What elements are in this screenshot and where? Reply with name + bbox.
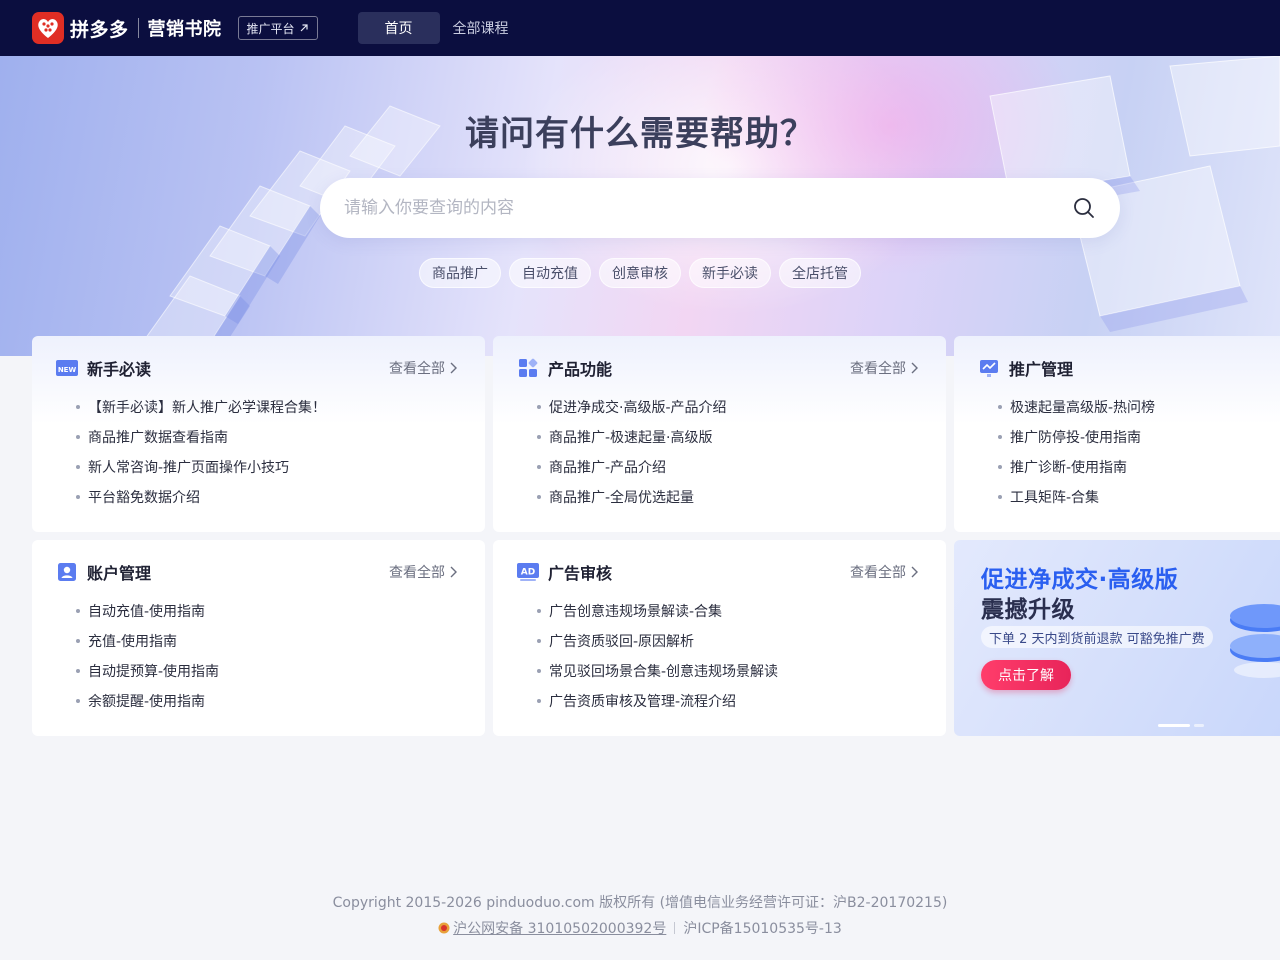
- icp-record-link[interactable]: 沪ICP备15010535号-13: [683, 918, 841, 938]
- tag-creative-review[interactable]: 创意审核: [599, 258, 681, 288]
- promotion-platform-button[interactable]: 推广平台: [237, 16, 318, 40]
- tag-newbie-guide[interactable]: 新手必读: [689, 258, 771, 288]
- list-item[interactable]: 广告创意违规场景解读-合集: [537, 596, 778, 626]
- list-item[interactable]: 促进净成交·高级版-产品介绍: [537, 392, 727, 422]
- main-nav: 首页 全部课程: [357, 0, 522, 56]
- view-all-link[interactable]: 查看全部: [850, 358, 918, 378]
- pinduoduo-logo-icon: [32, 12, 64, 44]
- list-item[interactable]: 极速起量高级版-热问榜: [998, 392, 1155, 422]
- learn-more-button[interactable]: 点击了解: [981, 660, 1071, 690]
- card-newbie-guide: NEW 新手必读 查看全部 【新手必读】新人推广必学课程合集！ 商品推广数据查看…: [32, 336, 485, 532]
- search-input[interactable]: [320, 178, 1072, 238]
- list-item[interactable]: 平台豁免数据介绍: [76, 482, 326, 512]
- search-bar: [320, 178, 1120, 238]
- hot-tags: 商品推广 自动充值 创意审核 新手必读 全店托管: [0, 258, 1280, 288]
- card-title: 推广管理: [1009, 360, 1074, 379]
- carousel-dot[interactable]: [1158, 724, 1190, 727]
- brand-name: 拼多多: [70, 18, 129, 41]
- promotion-platform-label: 推广平台: [246, 21, 295, 36]
- top-navbar: 拼多多 营销书院 推广平台 首页 全部课程: [0, 0, 1280, 56]
- banner-description: 下单 2 天内到货前退款 可豁免推广费: [981, 626, 1213, 648]
- police-record-link[interactable]: 沪公网安备 31010502000392号: [438, 918, 666, 938]
- banner-headline: 促进净成交·高级版: [981, 567, 1179, 593]
- list-item[interactable]: 余额提醒-使用指南: [76, 686, 219, 716]
- list-item[interactable]: 工具矩阵-合集: [998, 482, 1155, 512]
- carousel-indicators: [1158, 724, 1204, 727]
- list-item[interactable]: 【新手必读】新人推广必学课程合集！: [76, 392, 326, 422]
- hero-section: 请问有什么需要帮助？ 商品推广 自动充值 创意审核 新手必读 全店托管: [0, 56, 1280, 356]
- grid-icon: [517, 357, 539, 379]
- hero-title: 请问有什么需要帮助？: [465, 114, 815, 154]
- list-item[interactable]: 推广防停投-使用指南: [998, 422, 1155, 452]
- card-title: 账户管理: [87, 564, 152, 583]
- chart-icon: [978, 357, 1000, 379]
- article-list: 广告创意违规场景解读-合集 广告资质驳回-原因解析 常见驳回场景合集-创意违规场…: [537, 596, 778, 716]
- view-all-link[interactable]: 查看全部: [850, 562, 918, 582]
- list-item[interactable]: 广告资质驳回-原因解析: [537, 626, 778, 656]
- card-title: 广告审核: [548, 564, 613, 583]
- nav-all-courses[interactable]: 全部课程: [440, 12, 522, 44]
- chevron-right-icon: [911, 362, 918, 374]
- card-account-management: 账户管理 查看全部 自动充值-使用指南 充值-使用指南 自动提预算-使用指南 余…: [32, 540, 485, 736]
- nav-home[interactable]: 首页: [357, 12, 440, 44]
- card-title: 新手必读: [87, 360, 152, 379]
- chevron-right-icon: [450, 362, 457, 374]
- list-item[interactable]: 商品推广-产品介绍: [537, 452, 727, 482]
- new-icon: NEW: [56, 357, 78, 379]
- tag-auto-recharge[interactable]: 自动充值: [509, 258, 591, 288]
- svg-text:NEW: NEW: [58, 366, 77, 374]
- tag-product-promotion[interactable]: 商品推广: [419, 258, 501, 288]
- list-item[interactable]: 自动充值-使用指南: [76, 596, 219, 626]
- view-all-link[interactable]: 查看全部: [389, 562, 457, 582]
- footer: Copyright 2015-2026 pinduoduo.com 版权所有 (…: [0, 892, 1280, 938]
- list-item[interactable]: 商品推广数据查看指南: [76, 422, 326, 452]
- brand[interactable]: 拼多多 营销书院: [32, 0, 222, 56]
- copyright-text: Copyright 2015-2026 pinduoduo.com 版权所有 (…: [332, 895, 948, 911]
- list-item[interactable]: 推广诊断-使用指南: [998, 452, 1155, 482]
- brand-subtitle: 营销书院: [147, 19, 222, 40]
- promo-banner[interactable]: 促进净成交·高级版 震撼升级 下单 2 天内到货前退款 可豁免推广费 点击了解: [954, 540, 1280, 736]
- svg-text:AD: AD: [521, 568, 535, 578]
- list-item[interactable]: 充值-使用指南: [76, 626, 219, 656]
- list-item[interactable]: 自动提预算-使用指南: [76, 656, 219, 686]
- search-icon[interactable]: [1072, 196, 1096, 220]
- list-item[interactable]: 商品推广-极速起量·高级版: [537, 422, 727, 452]
- article-list: 促进净成交·高级版-产品介绍 商品推广-极速起量·高级版 商品推广-产品介绍 商…: [537, 392, 727, 512]
- card-ad-review: AD 广告审核 查看全部 广告创意违规场景解读-合集 广告资质驳回-原因解析 常…: [493, 540, 946, 736]
- article-list: 【新手必读】新人推广必学课程合集！ 商品推广数据查看指南 新人常咨询-推广页面操…: [76, 392, 326, 512]
- article-list: 极速起量高级版-热问榜 推广防停投-使用指南 推广诊断-使用指南 工具矩阵-合集: [998, 392, 1155, 512]
- list-item[interactable]: 广告资质审核及管理-流程介绍: [537, 686, 778, 716]
- card-title: 产品功能: [548, 360, 613, 379]
- ad-icon: AD: [517, 561, 539, 583]
- external-link-icon: [300, 24, 308, 32]
- chevron-right-icon: [450, 566, 457, 578]
- list-item[interactable]: 常见驳回场景合集-创意违规场景解读: [537, 656, 778, 686]
- coin-stack-illustration: [1230, 604, 1280, 678]
- article-list: 自动充值-使用指南 充值-使用指南 自动提预算-使用指南 余额提醒-使用指南: [76, 596, 219, 716]
- list-item[interactable]: 新人常咨询-推广页面操作小技巧: [76, 452, 326, 482]
- carousel-dot[interactable]: [1194, 724, 1204, 727]
- banner-subheadline: 震撼升级: [981, 597, 1075, 623]
- list-item[interactable]: 商品推广-全局优选起量: [537, 482, 727, 512]
- police-badge-icon: [438, 922, 450, 934]
- user-icon: [56, 561, 78, 583]
- view-all-link[interactable]: 查看全部: [389, 358, 457, 378]
- tag-store-hosting[interactable]: 全店托管: [779, 258, 861, 288]
- card-product-features: 产品功能 查看全部 促进净成交·高级版-产品介绍 商品推广-极速起量·高级版 商…: [493, 336, 946, 532]
- card-promotion-management: 推广管理 极速起量高级版-热问榜 推广防停投-使用指南 推广诊断-使用指南 工具…: [954, 336, 1280, 532]
- chevron-right-icon: [911, 566, 918, 578]
- brand-divider: [137, 18, 139, 38]
